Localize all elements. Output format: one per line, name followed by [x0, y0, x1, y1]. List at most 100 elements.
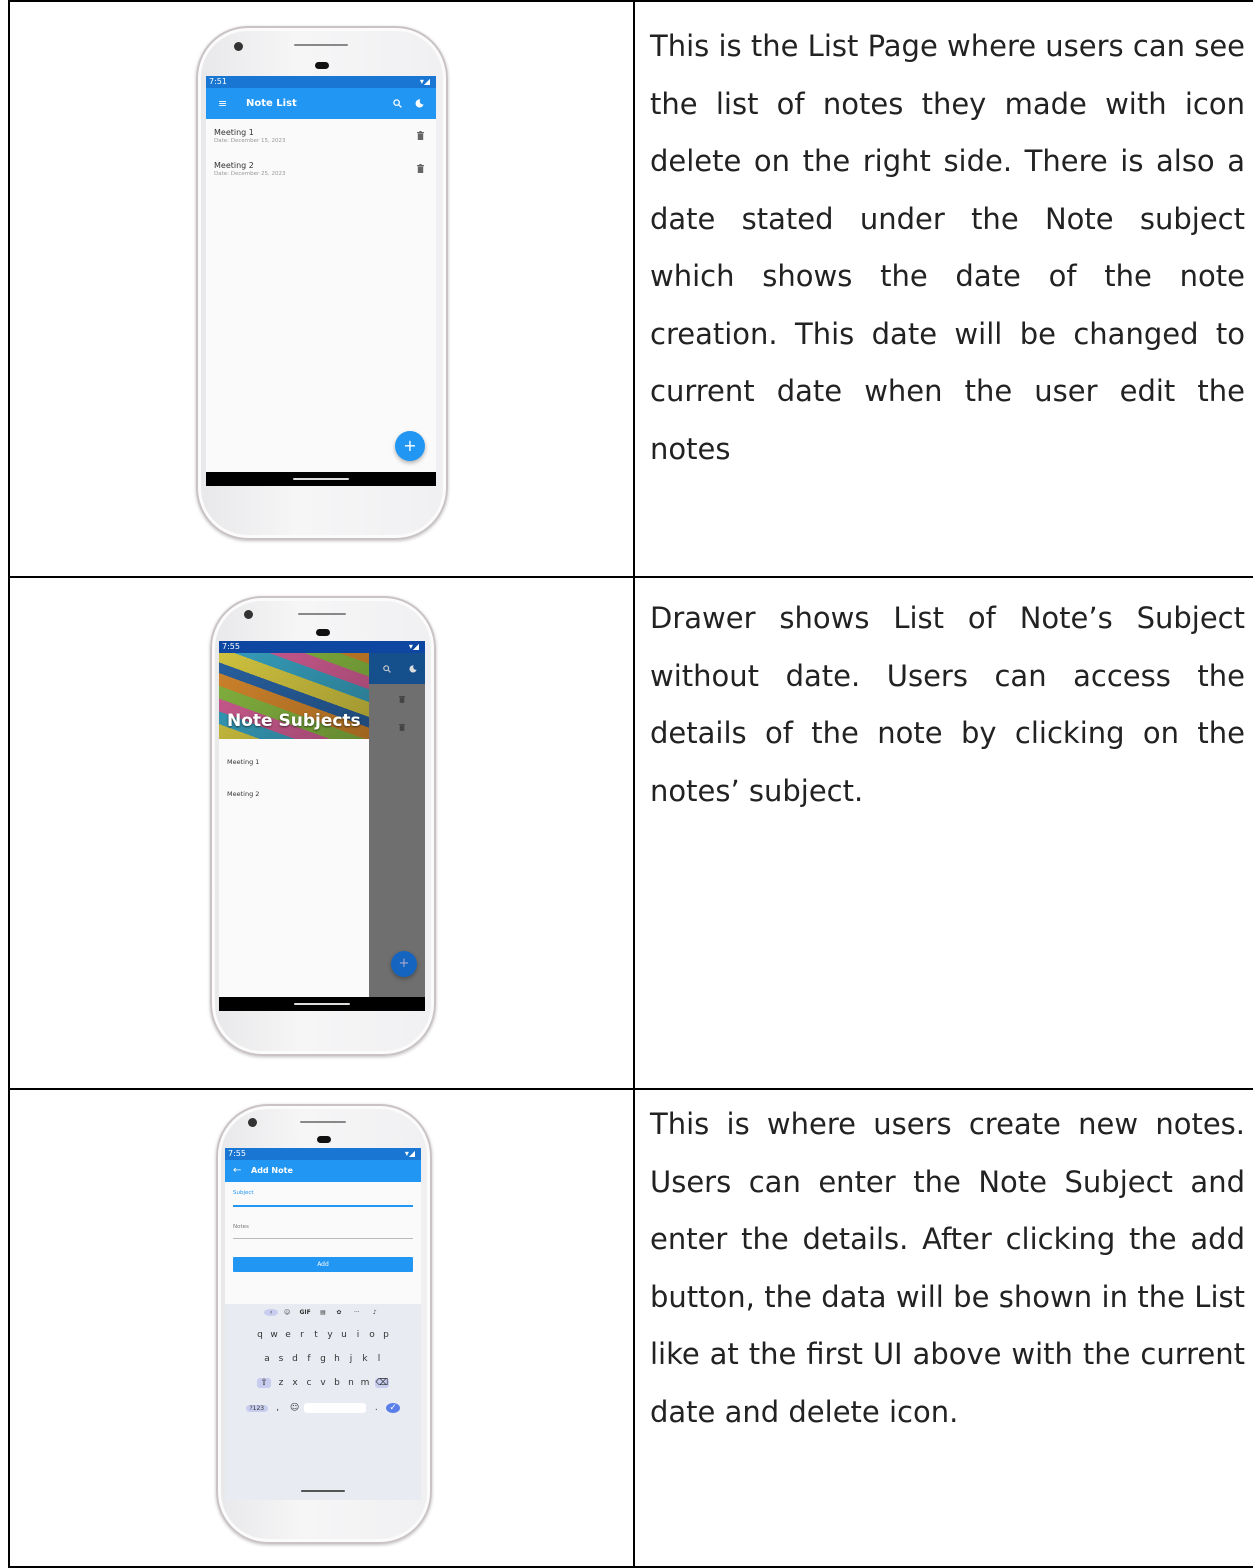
- earpiece: [315, 62, 329, 69]
- key[interactable]: r: [295, 1330, 309, 1340]
- keyboard-row-4: ?123 , ☺ . ✓: [225, 1403, 421, 1413]
- shift-icon[interactable]: ⇧: [257, 1378, 272, 1388]
- add-button[interactable]: Add: [233, 1257, 413, 1272]
- microphone-icon[interactable]: ♪: [368, 1309, 382, 1316]
- key[interactable]: k: [358, 1354, 372, 1364]
- key[interactable]: w: [267, 1330, 281, 1340]
- row-description: This is where users create new notes. Us…: [650, 1107, 1245, 1429]
- back-arrow-icon[interactable]: ←: [233, 1160, 241, 1182]
- key[interactable]: p: [379, 1330, 393, 1340]
- home-indicator: [293, 478, 349, 480]
- key[interactable]: a: [260, 1354, 274, 1364]
- keyboard-toolbar: ‹ ☺ GIF ▤ ✿ ··· ♪: [225, 1309, 421, 1316]
- trash-icon[interactable]: [417, 131, 424, 140]
- notes-input[interactable]: [233, 1238, 413, 1239]
- space-bar[interactable]: [304, 1403, 367, 1413]
- settings-gear-icon[interactable]: ✿: [332, 1309, 346, 1316]
- add-note-fab: +: [391, 951, 417, 977]
- speaker-grille: [294, 44, 348, 46]
- soft-keyboard: ‹ ☺ GIF ▤ ✿ ··· ♪ qwertyuiop asdfghjkl ⇧…: [225, 1304, 421, 1500]
- table-row: 7:55 ▾◢ ← Add Note Subject Notes Add ‹ ☺…: [8, 1088, 1253, 1568]
- status-time: 7:51: [209, 77, 227, 86]
- list-item[interactable]: Meeting 1 Date: December 15, 2023: [214, 128, 428, 145]
- app-title: Add Note: [251, 1166, 293, 1175]
- table-row: 7:51 ▾◢ ≡ Note List Meeting 1 Date: Dece…: [8, 0, 1253, 576]
- key[interactable]: y: [323, 1330, 337, 1340]
- key[interactable]: q: [253, 1330, 267, 1340]
- home-indicator: [301, 1490, 345, 1492]
- camera-icon: [244, 610, 253, 619]
- key[interactable]: n: [344, 1378, 358, 1388]
- keyboard-row-1: qwertyuiop: [225, 1330, 421, 1340]
- more-key[interactable]: ···: [348, 1309, 366, 1316]
- trash-icon: [399, 696, 405, 703]
- key[interactable]: x: [288, 1378, 302, 1388]
- enter-check-icon[interactable]: ✓: [386, 1403, 401, 1413]
- phone-screen: 7:55 ▾◢ + Note Subjects Meeting 1 Meetin…: [219, 641, 425, 1011]
- speaker-grille: [300, 1121, 346, 1123]
- note-date: Date: December 15, 2023: [214, 138, 286, 144]
- app-bar: ← Add Note: [225, 1160, 421, 1182]
- key[interactable]: z: [274, 1378, 288, 1388]
- symbols-key[interactable]: ?123: [245, 1405, 268, 1412]
- drawer-item[interactable]: Meeting 2: [227, 790, 259, 798]
- status-bar: 7:55 ▾◢: [219, 641, 425, 653]
- navigation-bar: [225, 1478, 421, 1500]
- list-item[interactable]: Meeting 2 Date: December 25, 2023: [214, 161, 428, 178]
- gif-key[interactable]: GIF: [296, 1309, 314, 1316]
- key[interactable]: h: [330, 1354, 344, 1364]
- key[interactable]: g: [316, 1354, 330, 1364]
- comma-key[interactable]: ,: [271, 1403, 285, 1413]
- home-indicator: [294, 1003, 350, 1005]
- signal-icon: ▾◢: [404, 1149, 415, 1158]
- phone-mockup-drawer: 7:55 ▾◢ + Note Subjects Meeting 1 Meetin…: [210, 596, 436, 1056]
- dark-mode-icon[interactable]: [415, 99, 424, 108]
- subject-input[interactable]: [233, 1205, 413, 1207]
- emoji-icon[interactable]: ☺: [288, 1403, 302, 1413]
- drawer-title: Note Subjects: [227, 711, 361, 731]
- phone-screen: 7:55 ▾◢ ← Add Note Subject Notes Add ‹ ☺…: [225, 1148, 421, 1500]
- key[interactable]: s: [274, 1354, 288, 1364]
- status-time: 7:55: [228, 1149, 246, 1158]
- key[interactable]: j: [344, 1354, 358, 1364]
- earpiece: [316, 629, 330, 636]
- key[interactable]: i: [351, 1330, 365, 1340]
- signal-icon: ▾◢: [419, 77, 430, 86]
- key[interactable]: u: [337, 1330, 351, 1340]
- subject-label: Subject: [233, 1190, 254, 1196]
- key[interactable]: l: [372, 1354, 386, 1364]
- column-divider: [633, 578, 635, 1088]
- phone-screen: 7:51 ▾◢ ≡ Note List Meeting 1 Date: Dece…: [206, 76, 436, 486]
- row-description: This is the List Page where users can se…: [650, 29, 1245, 466]
- key[interactable]: m: [358, 1378, 372, 1388]
- phone-mockup-list: 7:51 ▾◢ ≡ Note List Meeting 1 Date: Dece…: [196, 26, 448, 540]
- add-note-fab[interactable]: +: [395, 431, 425, 461]
- keyboard-row-3: ⇧ zxcvbnm ⌫: [225, 1378, 421, 1388]
- key[interactable]: c: [302, 1378, 316, 1388]
- key[interactable]: e: [281, 1330, 295, 1340]
- note-date: Date: December 25, 2023: [214, 171, 286, 177]
- period-key[interactable]: .: [369, 1403, 383, 1413]
- notes-label: Notes: [233, 1224, 249, 1230]
- key[interactable]: o: [365, 1330, 379, 1340]
- backspace-icon[interactable]: ⌫: [374, 1378, 389, 1388]
- trash-icon[interactable]: [417, 164, 424, 173]
- key[interactable]: v: [316, 1378, 330, 1388]
- key[interactable]: b: [330, 1378, 344, 1388]
- search-icon[interactable]: [393, 99, 402, 108]
- status-bar: 7:55 ▾◢: [225, 1148, 421, 1160]
- sticker-icon[interactable]: ☺: [280, 1309, 294, 1316]
- clipboard-icon[interactable]: ▤: [316, 1309, 330, 1316]
- drawer-item[interactable]: Meeting 1: [227, 758, 259, 766]
- collapse-icon[interactable]: ‹: [264, 1309, 279, 1316]
- camera-icon: [248, 1118, 257, 1127]
- column-divider: [633, 1090, 635, 1566]
- key[interactable]: t: [309, 1330, 323, 1340]
- key[interactable]: f: [302, 1354, 316, 1364]
- menu-icon[interactable]: ≡: [218, 88, 227, 119]
- status-bar: 7:51 ▾◢: [206, 76, 436, 88]
- drawer-scrim[interactable]: +: [369, 653, 425, 997]
- key[interactable]: d: [288, 1354, 302, 1364]
- note-subject: Meeting 2: [214, 161, 254, 170]
- earpiece: [317, 1136, 331, 1143]
